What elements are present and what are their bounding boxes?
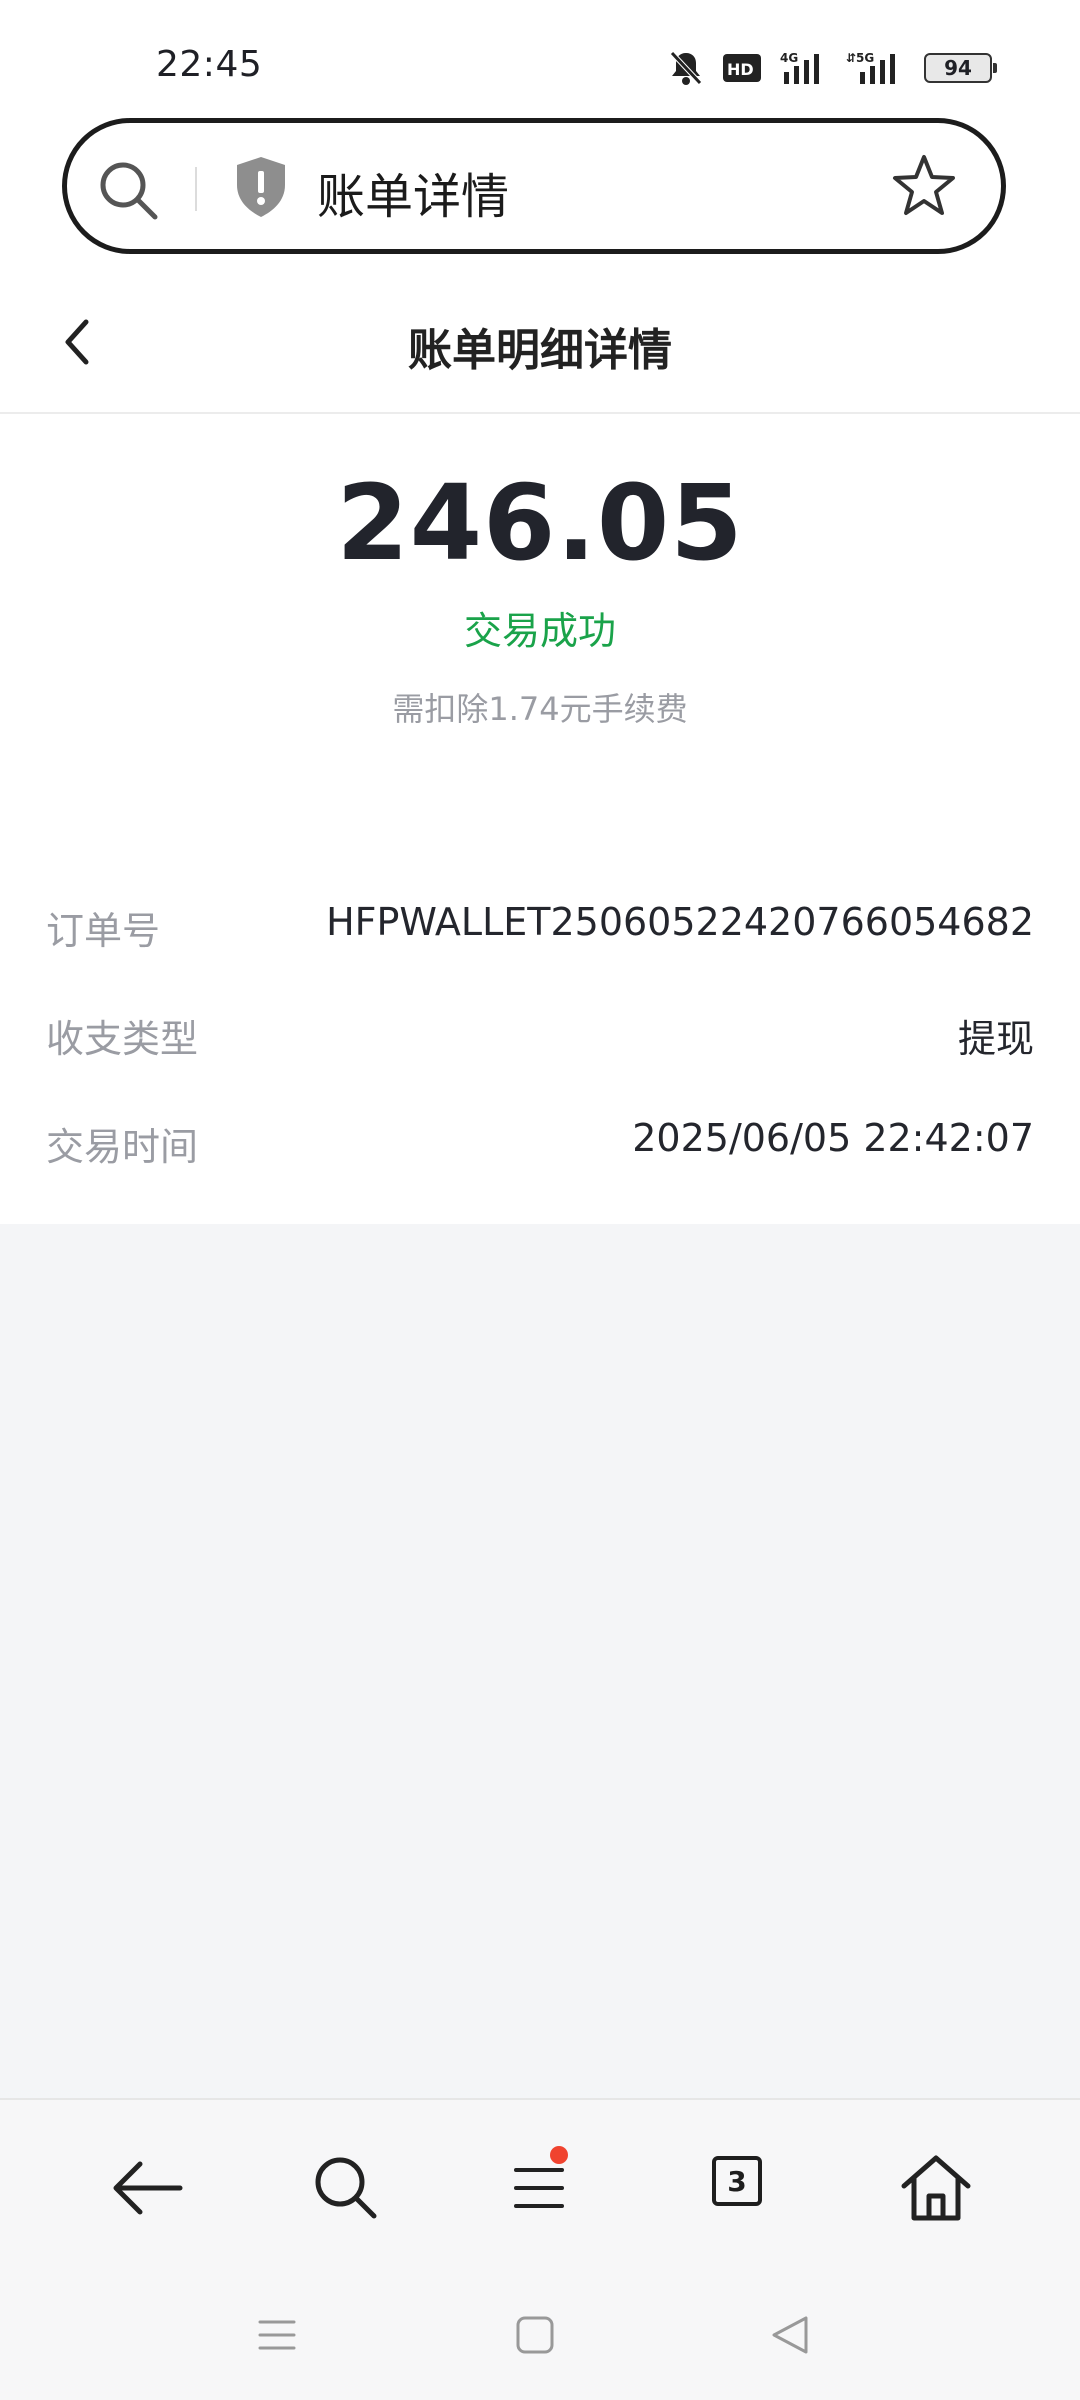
tab-count: 3 [712,2156,762,2206]
time-value: 2025/06/05 22:42:07 [632,1116,1034,1160]
menu-button[interactable] [500,2146,580,2228]
fee-note: 需扣除1.74元手续费 [392,690,688,728]
address-title[interactable]: 账单详情 [317,157,509,227]
detail-label: 收支类型 [46,1017,199,1061]
screen: 22:45 HD 4G ⇵5G 94 账单详情 账单明细详情 246.05 交易… [0,0,1080,2400]
address-bar[interactable]: 账单详情 [62,118,1006,254]
back-triangle-icon[interactable] [766,2310,816,2360]
order-id-value: HFPWALLET25060522420766054682 [326,900,1034,944]
svg-text:4G: 4G [780,51,798,65]
search-icon[interactable] [97,159,161,223]
shield-warning-icon[interactable] [233,155,289,219]
amount: 246.05 [336,462,744,584]
detail-row-order-id: 订单号 HFPWALLET25060522420766054682 [46,900,1034,960]
menu-icon [514,2168,564,2208]
svg-text:⇵5G: ⇵5G [846,51,874,65]
system-nav-bar [0,2270,1080,2400]
hd-icon: HD [723,54,761,82]
address-divider [195,167,197,211]
address-bar-container: 账单详情 [0,112,1080,272]
home-square-icon[interactable] [510,2310,560,2360]
home-icon[interactable] [896,2148,976,2228]
back-arrow-icon[interactable] [108,2148,188,2228]
search-icon[interactable] [306,2148,386,2228]
detail-row-time: 交易时间 2025/06/05 22:42:07 [46,1116,1034,1176]
detail-label: 交易时间 [46,1125,199,1169]
notification-dot [550,2146,568,2164]
status-icons: HD 4G ⇵5G 94 [668,48,997,88]
5g-signal-icon: ⇵5G [846,51,895,84]
star-icon[interactable] [891,153,957,219]
tabs-button[interactable]: 3 [704,2148,784,2228]
bill-detail-card: 246.05 交易成功 需扣除1.74元手续费 订单号 HFPWALLET250… [0,414,1080,1224]
detail-label: 订单号 [46,909,161,953]
transaction-status: 交易成功 [463,609,616,653]
status-time: 22:45 [156,44,263,85]
battery-icon: 94 [924,53,997,83]
browser-toolbar: 3 [0,2098,1080,2270]
4g-signal-icon: 4G [780,51,819,84]
detail-row-type: 收支类型 提现 [46,1008,1034,1068]
page-header: 账单明细详情 [0,272,1080,414]
recents-icon[interactable] [252,2310,302,2360]
status-bar: 22:45 HD 4G ⇵5G 94 [0,0,1080,112]
page-title: 账单明细详情 [408,325,672,376]
bell-muted-icon [670,51,702,85]
svg-text:HD: HD [727,60,754,79]
type-value: 提现 [957,1017,1034,1061]
